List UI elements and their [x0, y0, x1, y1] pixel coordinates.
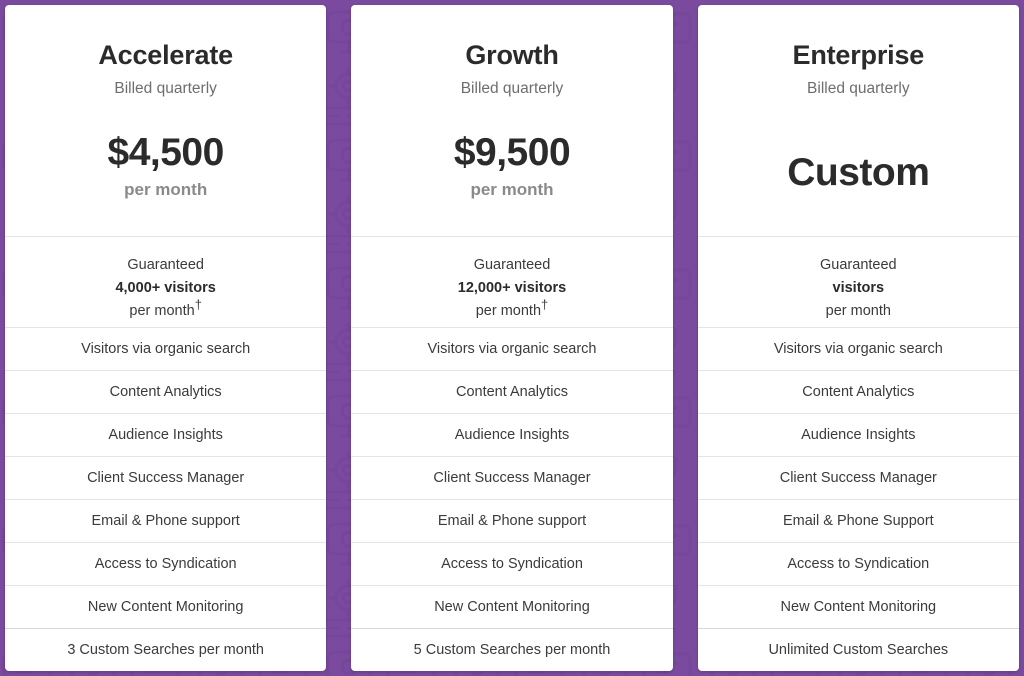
- feature-row: Audience Insights: [697, 413, 1019, 456]
- feature-row: Audience Insights: [5, 413, 327, 456]
- feature-row: Visitors via organic search: [351, 327, 673, 370]
- feature-row: Access to Syndication: [5, 542, 327, 585]
- guarantee-period: per month†: [15, 297, 316, 323]
- feature-row: Audience Insights: [351, 413, 673, 456]
- plan-price-block: $9,500 per month: [365, 130, 658, 236]
- plan-feature-list: Visitors via organic search Content Anal…: [5, 327, 327, 671]
- feature-row: Access to Syndication: [351, 542, 673, 585]
- plan-card-enterprise[interactable]: Enterprise Billed quarterly Custom Guara…: [697, 5, 1019, 671]
- feature-row: New Content Monitoring: [697, 585, 1019, 628]
- guarantee-label: Guaranteed: [473, 257, 551, 273]
- feature-row: Client Success Manager: [697, 456, 1019, 499]
- feature-row: Email & Phone support: [351, 499, 673, 542]
- plan-billing-period: Billed quarterly: [460, 79, 564, 97]
- plan-price-block: Custom: [712, 151, 1005, 236]
- guarantee-period: per month†: [361, 297, 662, 323]
- feature-row: Client Success Manager: [5, 456, 327, 499]
- plan-feature-list: Visitors via organic search Content Anal…: [697, 327, 1019, 671]
- plan-card-growth[interactable]: Growth Billed quarterly $9,500 per month…: [351, 5, 673, 671]
- plan-price-block: $4,500 per month: [19, 130, 312, 236]
- feature-row: Visitors via organic search: [697, 327, 1019, 370]
- feature-row: New Content Monitoring: [351, 585, 673, 628]
- plan-name: Accelerate: [98, 40, 233, 70]
- plan-billing-period: Billed quarterly: [114, 79, 217, 97]
- feature-row: Email & Phone support: [5, 499, 327, 542]
- guarantee-period-text: per month: [129, 303, 195, 320]
- plan-price: Custom: [787, 151, 930, 195]
- feature-row: New Content Monitoring: [5, 585, 327, 628]
- plan-price-unit: per month: [124, 179, 208, 199]
- feature-row: 3 Custom Searches per month: [5, 628, 327, 671]
- feature-row: Client Success Manager: [351, 456, 673, 499]
- plan-feature-list: Visitors via organic search Content Anal…: [351, 327, 673, 671]
- plan-name: Growth: [465, 40, 559, 70]
- guarantee-period-text: per month: [825, 303, 891, 320]
- guarantee-visitors: visitors: [832, 280, 885, 297]
- plan-card-accelerate[interactable]: Accelerate Billed quarterly $4,500 per m…: [5, 5, 327, 671]
- feature-row: Unlimited Custom Searches: [697, 628, 1019, 671]
- plan-guarantee-block: Guaranteed visitors per month: [697, 236, 1019, 327]
- pricing-plans-grid: Accelerate Billed quarterly $4,500 per m…: [0, 0, 1024, 676]
- plan-header: Growth Billed quarterly $9,500 per month: [351, 5, 672, 236]
- feature-row: Access to Syndication: [697, 542, 1019, 585]
- plan-price: $4,500: [107, 130, 225, 174]
- plan-guarantee-block: Guaranteed 12,000+ visitors per month†: [351, 236, 673, 327]
- feature-row: Visitors via organic search: [5, 327, 327, 370]
- feature-row: Content Analytics: [5, 370, 327, 413]
- plan-name: Enterprise: [792, 40, 925, 70]
- guarantee-period-text: per month: [475, 303, 542, 320]
- plan-billing-period: Billed quarterly: [807, 79, 910, 97]
- plan-header: Accelerate Billed quarterly $4,500 per m…: [5, 5, 326, 236]
- footnote-dagger-icon: †: [541, 297, 549, 313]
- guarantee-label: Guaranteed: [127, 257, 204, 273]
- guarantee-visitors: 12,000+ visitors: [457, 280, 567, 297]
- feature-row: Content Analytics: [351, 370, 673, 413]
- feature-row: Email & Phone Support: [697, 499, 1019, 542]
- guarantee-visitors: 4,000+ visitors: [115, 280, 216, 297]
- plan-price-unit: per month: [470, 179, 554, 199]
- feature-row: Content Analytics: [697, 370, 1019, 413]
- feature-row: 5 Custom Searches per month: [351, 628, 673, 671]
- guarantee-label: Guaranteed: [820, 257, 897, 273]
- plan-price: $9,500: [453, 130, 571, 174]
- footnote-dagger-icon: †: [194, 297, 202, 313]
- plan-header: Enterprise Billed quarterly Custom: [698, 5, 1019, 236]
- guarantee-period: per month: [708, 300, 1009, 323]
- plan-guarantee-block: Guaranteed 4,000+ visitors per month†: [5, 236, 327, 327]
